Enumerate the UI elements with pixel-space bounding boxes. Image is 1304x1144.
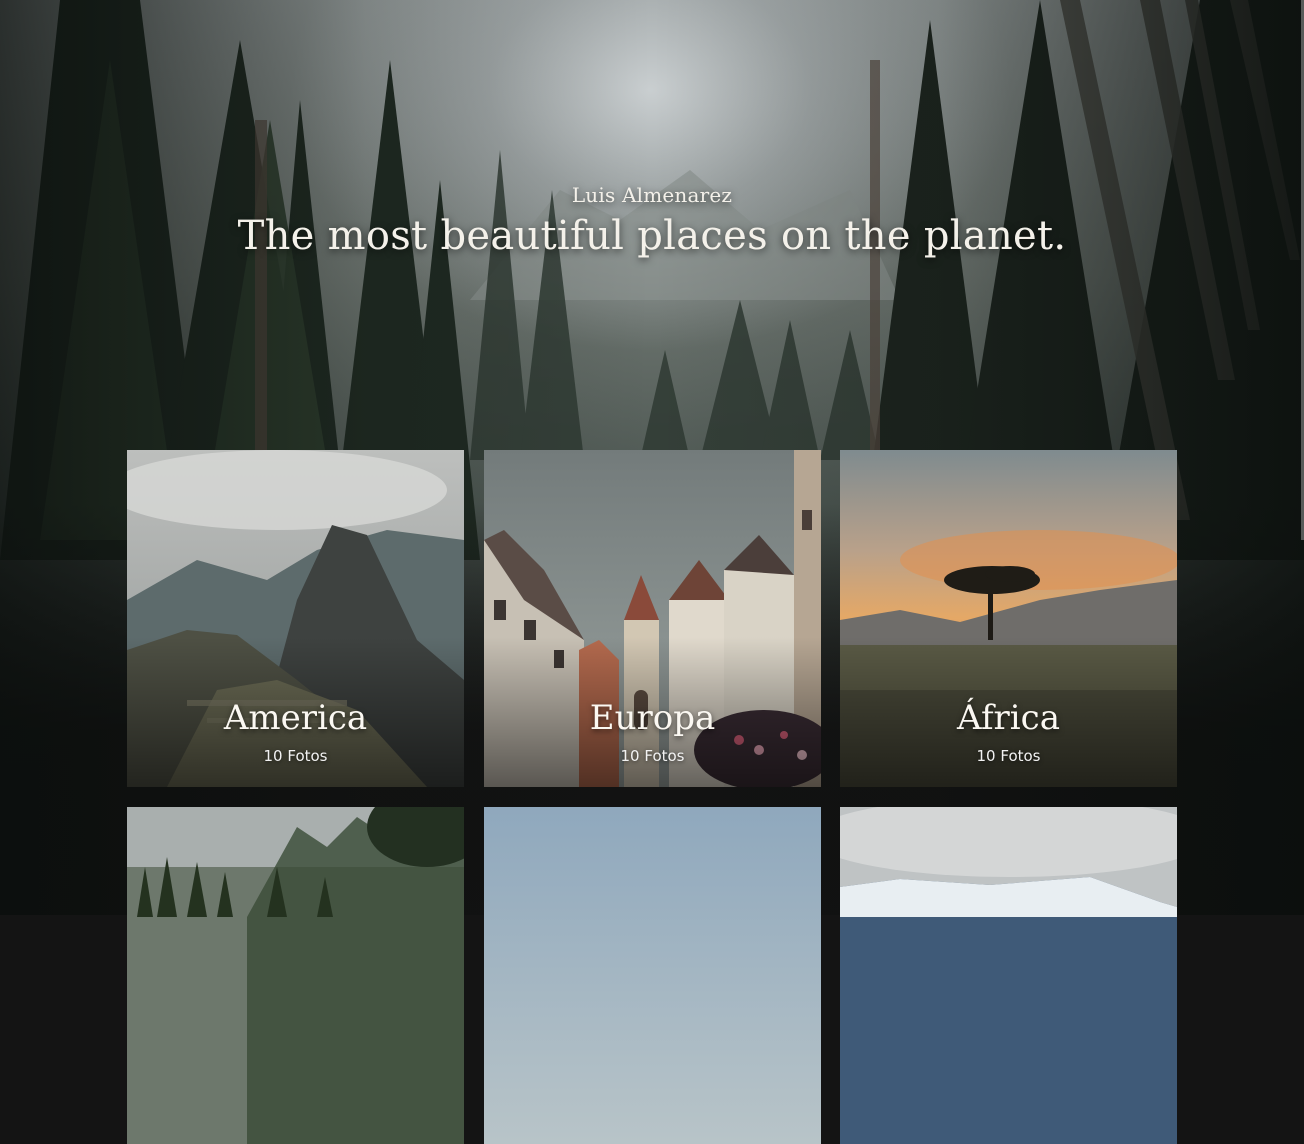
card-title: Europa <box>589 698 716 738</box>
page-title: The most beautiful places on the planet. <box>237 213 1067 259</box>
gallery-grid: America 10 Fotos Europa 10 Fotos África … <box>127 450 1177 1144</box>
hazy-sky-image <box>484 807 821 1144</box>
gallery-card[interactable] <box>484 807 821 1144</box>
tropical-island-image <box>127 807 464 1144</box>
gallery-card-america[interactable]: America 10 Fotos <box>127 450 464 787</box>
author-name: Luis Almenarez <box>571 183 733 207</box>
gallery-card[interactable] <box>840 807 1177 1144</box>
card-title: África <box>957 698 1060 738</box>
card-title: America <box>223 698 368 738</box>
card-photo-count: 10 Fotos <box>976 747 1041 765</box>
card-photo-count: 10 Fotos <box>263 747 328 765</box>
hero-text: Luis Almenarez The most beautiful places… <box>0 180 1304 262</box>
gallery-card[interactable] <box>127 807 464 1144</box>
gallery-card-africa[interactable]: África 10 Fotos <box>840 450 1177 787</box>
gallery-card-europa[interactable]: Europa 10 Fotos <box>484 450 821 787</box>
iceberg-image <box>840 807 1177 1144</box>
card-photo-count: 10 Fotos <box>620 747 685 765</box>
